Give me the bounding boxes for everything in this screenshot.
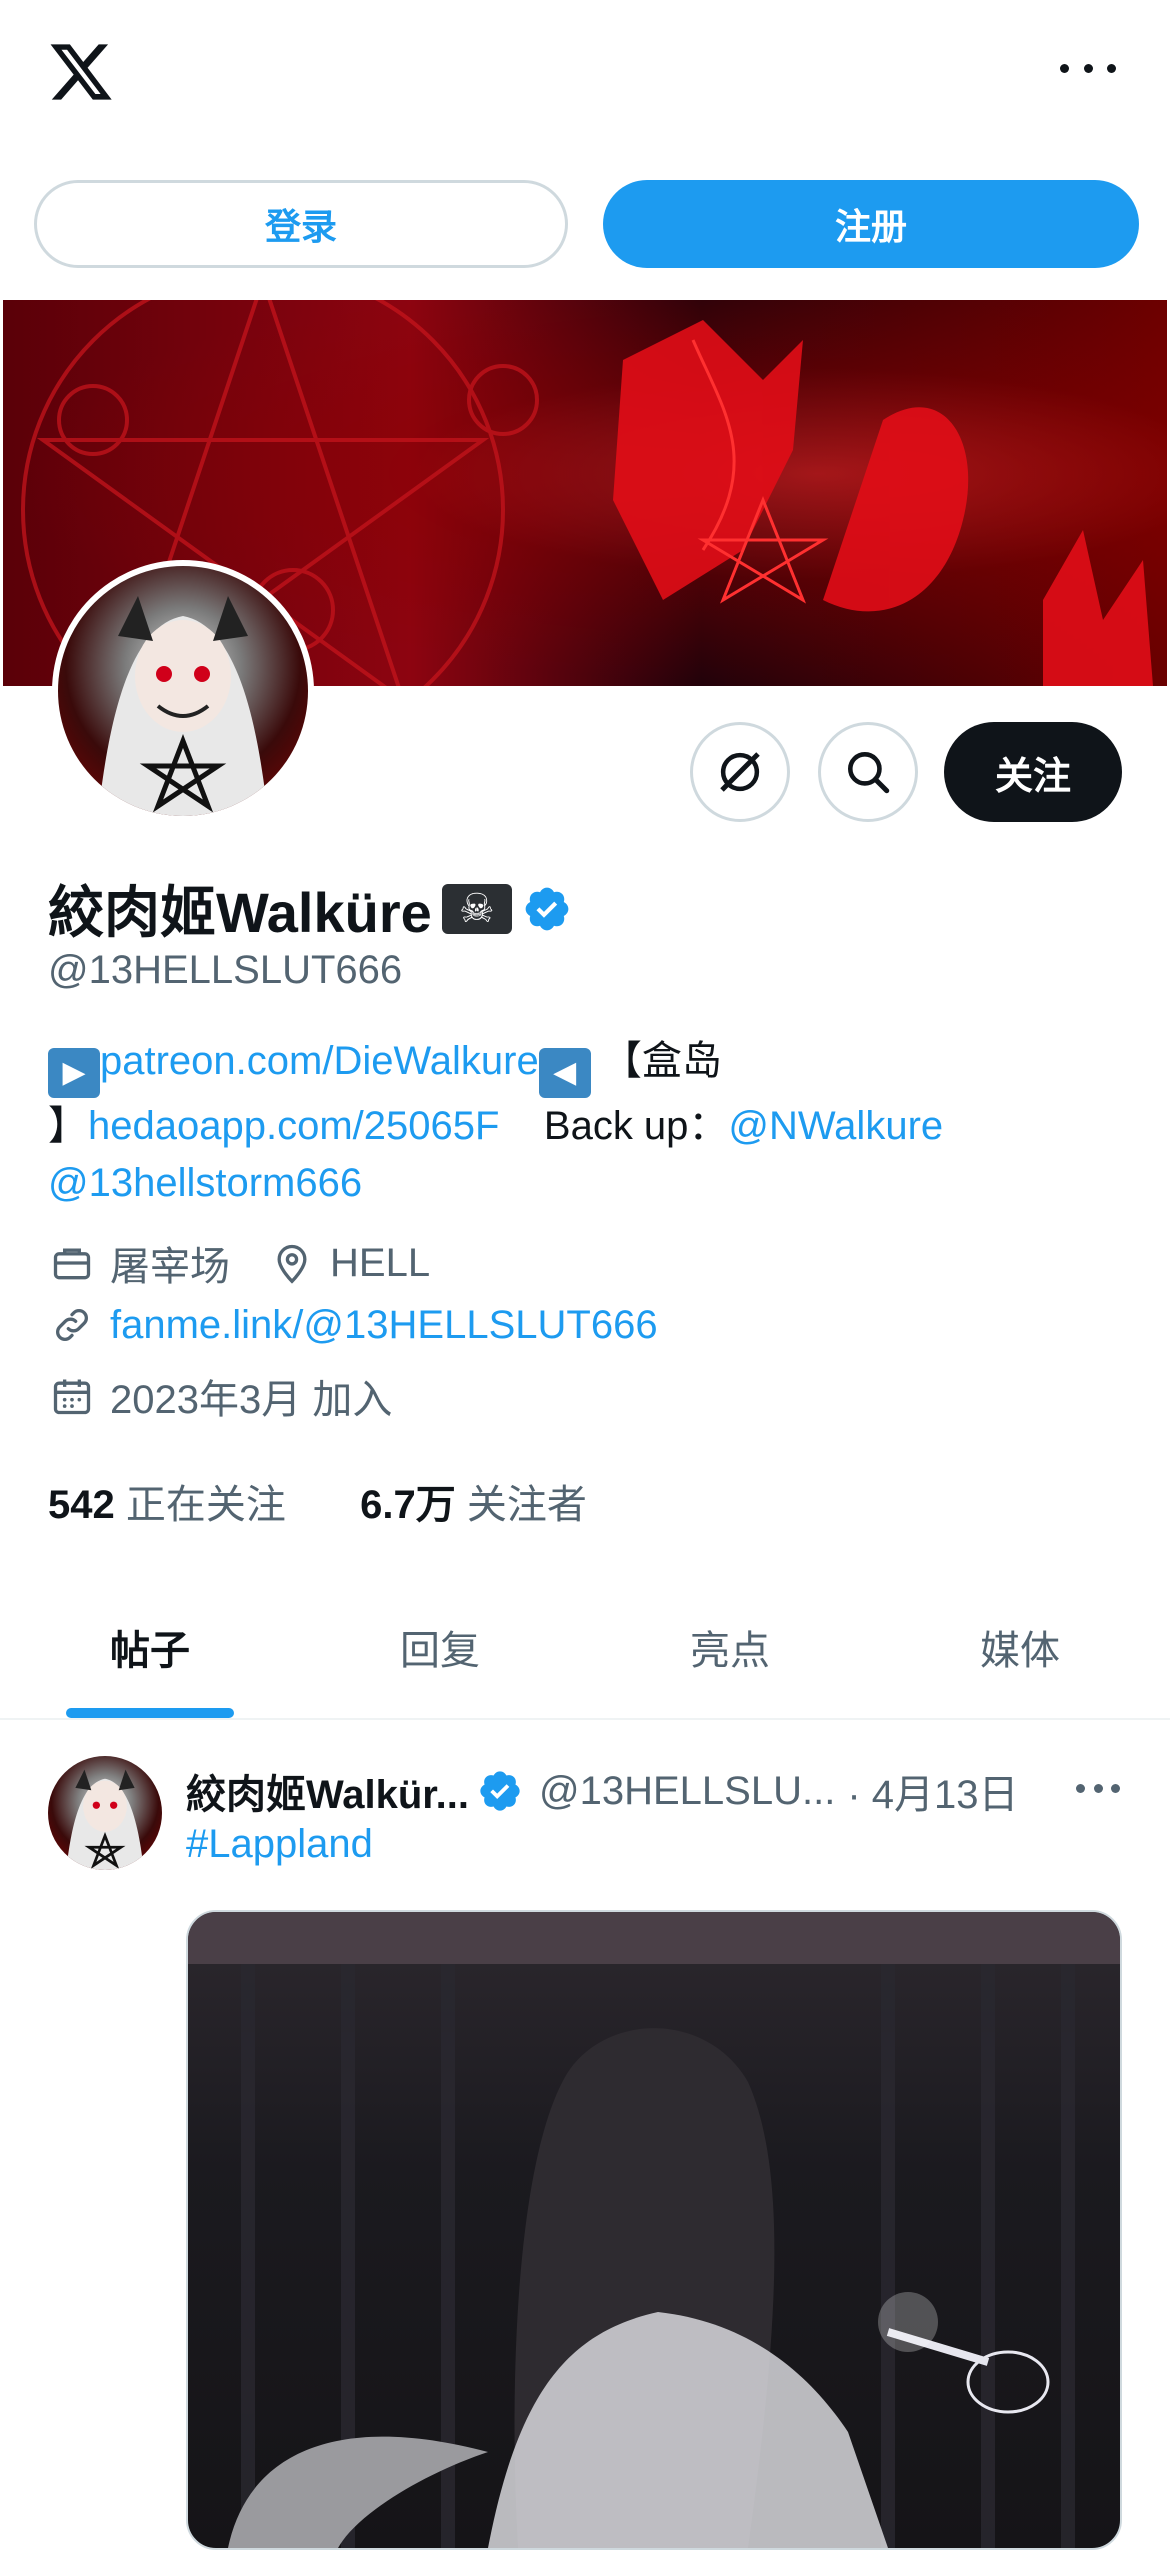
- post-author-handle[interactable]: @13HELLSLU...: [539, 1769, 835, 1814]
- profile-avatar[interactable]: [52, 560, 314, 822]
- calendar-icon: [48, 1372, 96, 1420]
- verified-badge-icon[interactable]: [522, 884, 572, 934]
- profile-category: 屠宰场: [110, 1245, 230, 1289]
- following-label: 正在关注: [125, 1483, 286, 1527]
- bio-mention-hellstorm[interactable]: @13hellstorm666: [48, 1161, 362, 1205]
- post-author-name[interactable]: 絞肉姬Walkür...: [186, 1762, 469, 1820]
- pirate-flag-icon: ☠: [441, 883, 512, 934]
- briefcase-icon: [48, 1239, 96, 1287]
- bio-text: 【盒岛: [601, 1039, 722, 1083]
- tab-highlights[interactable]: 亮点: [580, 1578, 880, 1716]
- following-count: 542: [48, 1483, 115, 1527]
- verified-badge-icon: [480, 1771, 520, 1811]
- post-photo: [188, 1912, 1120, 2548]
- bio-text: 】: [48, 1104, 88, 1148]
- tab-media[interactable]: 媒体: [870, 1578, 1170, 1716]
- profile-meta-category-location: 屠宰场 HELL: [48, 1234, 430, 1292]
- bio-text: Back up：: [543, 1104, 729, 1148]
- active-tab-indicator: [66, 1708, 234, 1718]
- grok-button[interactable]: [690, 722, 790, 822]
- avatar-artwork: [98, 596, 268, 816]
- grok-icon: [720, 752, 760, 792]
- search-icon: [848, 752, 890, 794]
- profile-bio: ▶ patreon.com/DieWalkure ◀ 【盒岛 】hedaoapp.c…: [48, 1033, 1128, 1212]
- post-hashtag[interactable]: #Lappland: [186, 1822, 373, 1867]
- followers-label: 关注者: [466, 1483, 587, 1527]
- bio-mention-nwalkure[interactable]: @NWalkure: [728, 1104, 943, 1148]
- profile-handle: @13HELLSLUT666: [48, 948, 403, 992]
- x-logo-icon[interactable]: [46, 38, 116, 106]
- play-left-icon: ◀: [538, 1048, 591, 1098]
- link-icon: [48, 1301, 96, 1349]
- post-media-image[interactable]: [186, 1910, 1122, 2550]
- signup-button[interactable]: 注册: [603, 180, 1139, 268]
- login-button[interactable]: 登录: [34, 180, 568, 268]
- search-button[interactable]: [818, 722, 918, 822]
- profile-display-name: 絞肉姬Walküre ☠: [48, 868, 572, 949]
- profile-stats: 542 正在关注 6.7万 关注者: [48, 1472, 587, 1530]
- followers-count: 6.7万: [360, 1483, 456, 1527]
- display-name-text: 絞肉姬Walküre: [48, 881, 432, 944]
- post-header: 絞肉姬Walkür... @13HELLSLU... · 4月13日: [186, 1762, 1019, 1820]
- tab-replies[interactable]: 回复: [290, 1578, 590, 1716]
- tab-posts[interactable]: 帖子: [0, 1578, 300, 1716]
- profile-tabs: 帖子 回复 亮点 媒体: [0, 1578, 1170, 1720]
- post-author-avatar[interactable]: [48, 1756, 162, 1870]
- more-options-icon[interactable]: [1060, 56, 1116, 80]
- avatar-artwork: [66, 1769, 144, 1870]
- profile-joined-date: 2023年3月 加入: [110, 1378, 393, 1422]
- location-pin-icon: [268, 1239, 316, 1287]
- post-date[interactable]: · 4月13日: [847, 1762, 1018, 1820]
- bio-link-hedao[interactable]: hedaoapp.com/25065F: [88, 1104, 499, 1148]
- followers-stat[interactable]: 6.7万 关注者: [360, 1483, 587, 1527]
- post-more-icon[interactable]: [1076, 1784, 1120, 1794]
- play-right-icon: ▶: [48, 1048, 100, 1098]
- following-stat[interactable]: 542 正在关注: [48, 1483, 286, 1527]
- profile-website-link[interactable]: fanme.link/@13HELLSLUT666: [110, 1303, 658, 1348]
- profile-meta-website: fanme.link/@13HELLSLUT666: [48, 1301, 658, 1349]
- profile-location: HELL: [330, 1240, 431, 1285]
- bio-link-patreon[interactable]: patreon.com/DieWalkure: [100, 1039, 539, 1083]
- profile-meta-joined: 2023年3月 加入: [48, 1367, 392, 1425]
- follow-button[interactable]: 关注: [944, 722, 1122, 822]
